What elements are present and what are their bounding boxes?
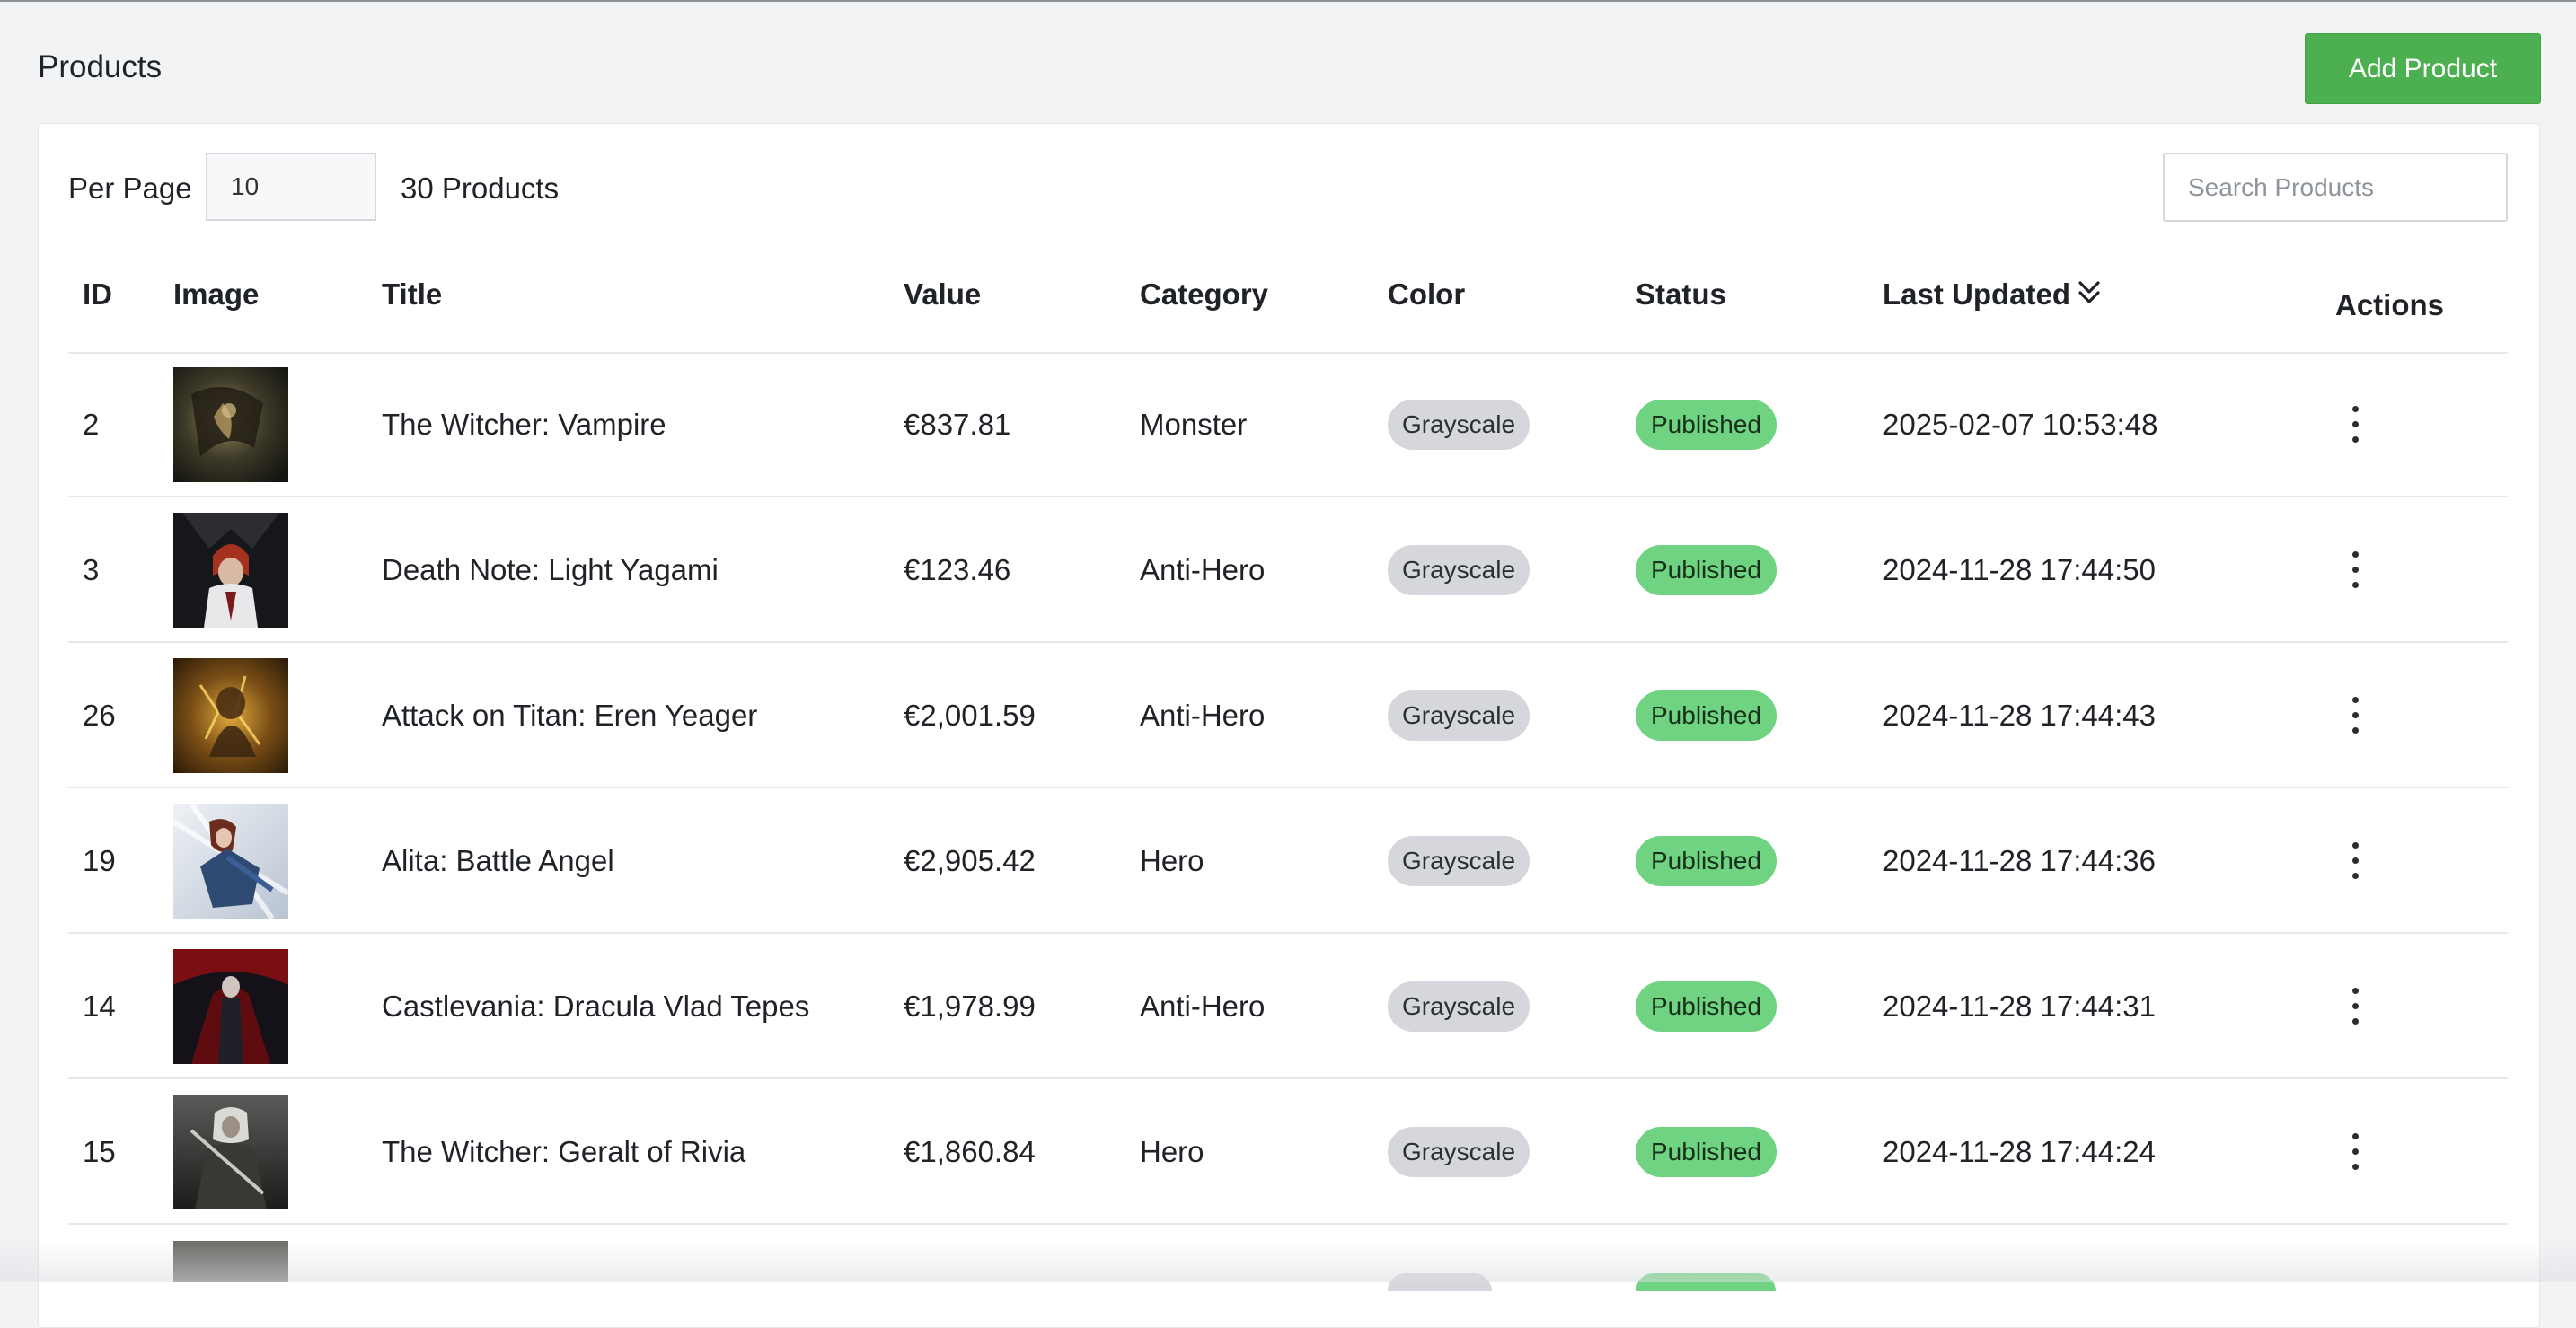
column-header-image: Image (173, 277, 260, 311)
row-category: Hero (1140, 1135, 1204, 1168)
row-last-updated: 2024-11-28 17:44:36 (1883, 844, 2156, 877)
color-badge: Grayscale (1388, 836, 1531, 886)
row-value: €2,905.42 (904, 844, 1036, 877)
top-border (0, 0, 2576, 2)
column-header-id[interactable]: ID (83, 277, 112, 312)
row-id: 26 (83, 699, 116, 732)
product-thumbnail[interactable] (173, 367, 288, 482)
per-page-label: Per Page (68, 171, 192, 205)
table-row[interactable]: 26 Attack on Titan: Eren Yeager €2,001.5… (68, 643, 2508, 788)
color-badge: Grayscale (1388, 690, 1531, 741)
bottom-fade (0, 1239, 2576, 1282)
row-category: Anti-Hero (1140, 989, 1266, 1023)
row-value: €123.46 (904, 553, 1011, 586)
double-chevron-down-icon[interactable] (2076, 277, 2103, 308)
status-badge: Published (1636, 400, 1777, 450)
row-title: The Witcher: Geralt of Rivia (382, 1135, 746, 1168)
row-last-updated: 2024-11-28 17:44:31 (1883, 989, 2156, 1023)
status-badge: Published (1636, 690, 1777, 741)
add-product-button[interactable]: Add Product (2305, 33, 2541, 104)
page-title: Products (38, 49, 163, 84)
column-header-value[interactable]: Value (904, 277, 981, 312)
row-category: Hero (1140, 844, 1204, 877)
row-divider (68, 1223, 2508, 1225)
row-category: Anti-Hero (1140, 553, 1266, 586)
row-last-updated: 2024-11-28 17:44:43 (1883, 699, 2156, 732)
table-row[interactable]: 2 The Witcher: Vampire €837.81 Monster G… (68, 352, 2508, 497)
kebab-menu-icon[interactable] (2339, 402, 2371, 447)
row-last-updated: 2024-11-28 17:44:24 (1883, 1135, 2156, 1168)
row-id: 2 (83, 408, 100, 441)
table-row[interactable]: 14 Castlevania: Dracula Vlad Tepes €1,97… (68, 934, 2508, 1079)
color-badge: Grayscale (1388, 981, 1531, 1032)
status-badge: Published (1636, 545, 1777, 595)
product-count: 30 Products (401, 171, 560, 205)
row-id: 3 (83, 553, 100, 586)
column-header-status[interactable]: Status (1636, 277, 1726, 312)
column-header-category[interactable]: Category (1140, 277, 1268, 312)
status-badge: Published (1636, 836, 1777, 886)
row-title: Death Note: Light Yagami (382, 553, 719, 586)
row-title: Castlevania: Dracula Vlad Tepes (382, 989, 810, 1023)
search-input[interactable]: Search Products (2163, 153, 2508, 222)
column-header-last-updated[interactable]: Last Updated (1883, 277, 2070, 312)
kebab-menu-icon[interactable] (2339, 548, 2371, 593)
row-value: €1,978.99 (904, 989, 1036, 1023)
row-last-updated: 2024-11-28 17:44:50 (1883, 553, 2156, 586)
product-thumbnail[interactable] (173, 1095, 288, 1209)
row-last-updated: 2025-02-07 10:53:48 (1883, 408, 2158, 441)
color-badge: Grayscale (1388, 400, 1531, 450)
column-header-actions: Actions (2335, 288, 2445, 321)
color-badge: Grayscale (1388, 1127, 1531, 1177)
status-badge: Published (1636, 981, 1777, 1032)
row-category: Monster (1140, 408, 1248, 441)
table-row[interactable]: 19 Alita: Battle Angel €2,905.42 Hero Gr… (68, 788, 2508, 934)
row-id: 14 (83, 989, 116, 1023)
row-value: €1,860.84 (904, 1135, 1036, 1168)
product-thumbnail[interactable] (173, 804, 288, 919)
column-header-color[interactable]: Color (1388, 277, 1465, 312)
status-badge: Published (1636, 1127, 1777, 1177)
color-badge: Grayscale (1388, 545, 1531, 595)
column-header-title[interactable]: Title (382, 277, 442, 312)
kebab-menu-icon[interactable] (2339, 984, 2371, 1029)
product-thumbnail[interactable] (173, 949, 288, 1064)
kebab-menu-icon[interactable] (2339, 1130, 2371, 1174)
row-id: 15 (83, 1135, 116, 1168)
row-title: Alita: Battle Angel (382, 844, 614, 877)
kebab-menu-icon[interactable] (2339, 839, 2371, 884)
product-thumbnail[interactable] (173, 658, 288, 773)
table-row[interactable]: 3 Death Note: Light Yagami €123.46 Anti-… (68, 497, 2508, 643)
row-category: Anti-Hero (1140, 699, 1266, 732)
table-row[interactable]: 15 The Witcher: Geralt of Rivia €1,860.8… (68, 1079, 2508, 1225)
row-id: 19 (83, 844, 116, 877)
row-value: €2,001.59 (904, 699, 1036, 732)
row-value: €837.81 (904, 408, 1011, 441)
product-thumbnail[interactable] (173, 513, 288, 628)
row-title: Attack on Titan: Eren Yeager (382, 699, 758, 732)
per-page-input[interactable]: 10 (206, 153, 376, 221)
kebab-menu-icon[interactable] (2339, 693, 2371, 738)
row-title: The Witcher: Vampire (382, 408, 666, 441)
